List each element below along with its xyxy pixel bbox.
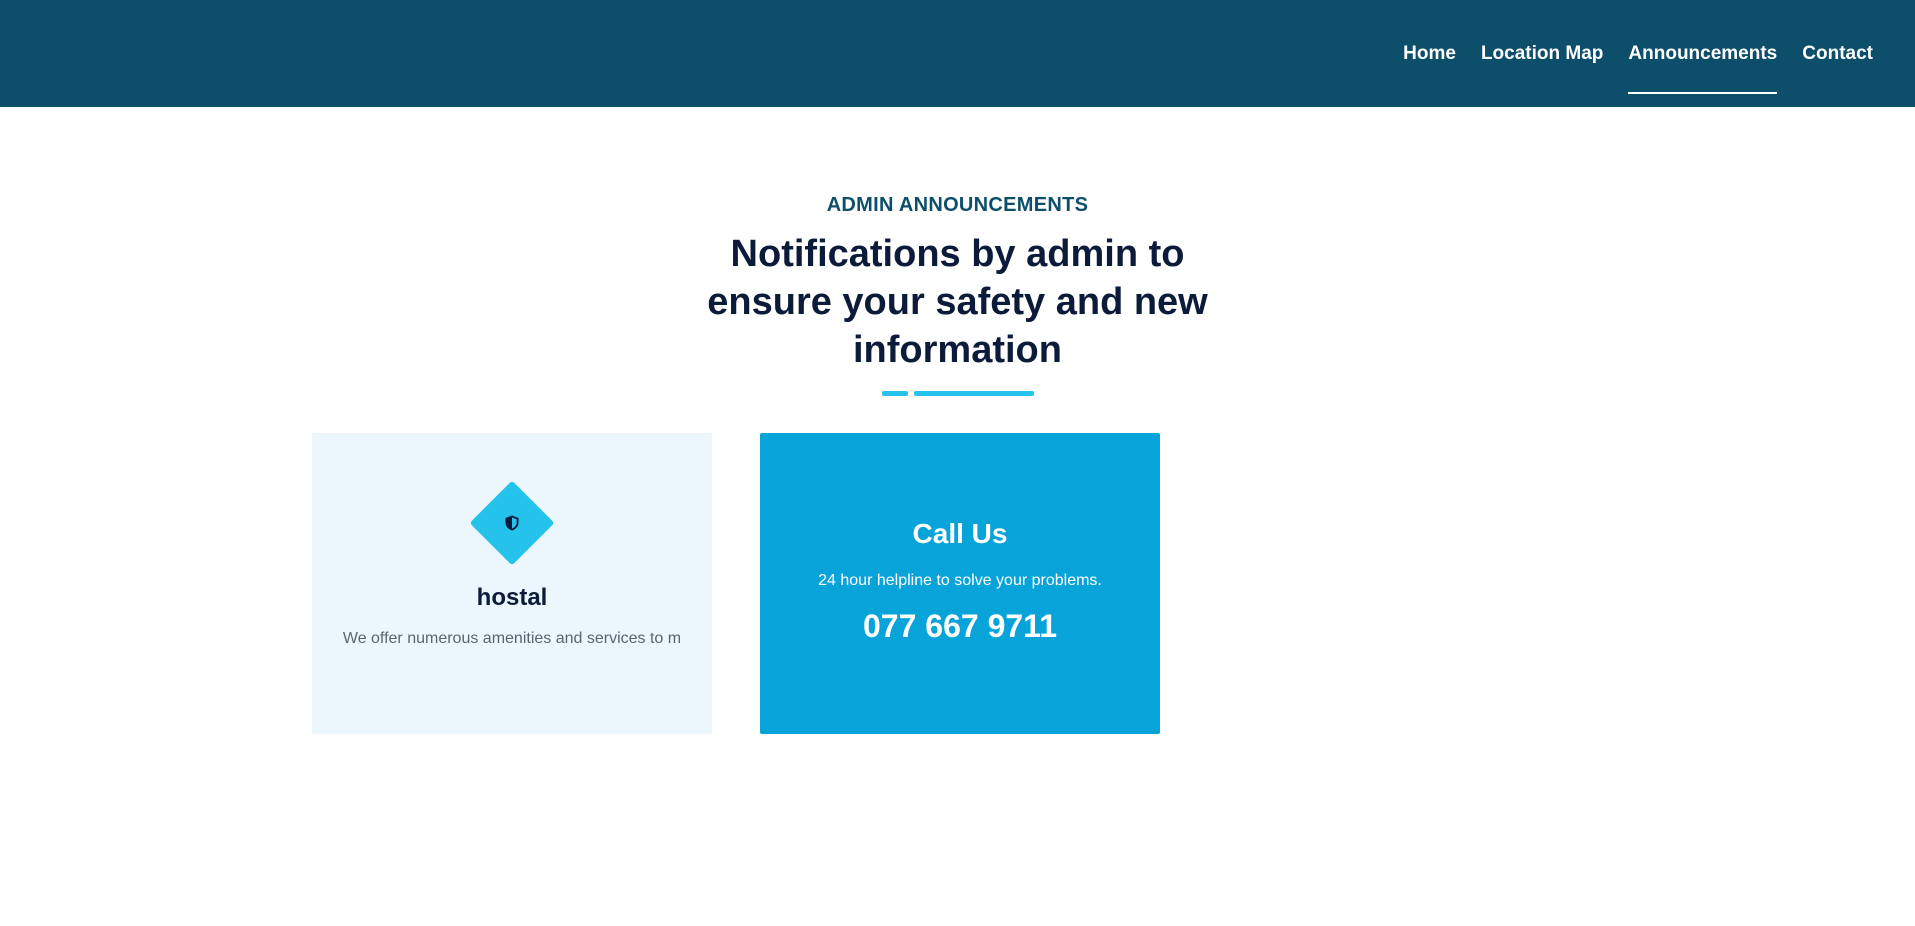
title-underline-decoration <box>881 391 1034 396</box>
nav-link-location-map[interactable]: Location Map <box>1481 44 1603 63</box>
main-nav: Home Location Map Announcements Contact <box>1403 0 1873 107</box>
underline-long-bar <box>913 391 1034 396</box>
shield-icon <box>503 514 521 532</box>
call-us-title: Call Us <box>912 518 1008 549</box>
underline-short-bar <box>881 391 908 396</box>
hostal-card-title: hostal <box>476 584 548 611</box>
nav-link-announcements[interactable]: Announcements <box>1628 44 1777 94</box>
top-navbar: Home Location Map Announcements Contact <box>0 0 1915 107</box>
section-subtitle: ADMIN ANNOUNCEMENTS <box>826 194 1089 216</box>
announcements-header: ADMIN ANNOUNCEMENTS Notifications by adm… <box>0 190 1915 396</box>
nav-link-contact[interactable]: Contact <box>1802 44 1873 63</box>
section-title: Notifications by admin to ensure your sa… <box>707 233 1208 371</box>
helpline-phone-number[interactable]: 077 667 9711 <box>760 606 1160 646</box>
nav-link-home[interactable]: Home <box>1403 44 1456 63</box>
hostal-card-text: We offer numerous amenities and services… <box>342 630 682 647</box>
call-us-card: Call Us 24 hour helpline to solve your p… <box>760 433 1160 734</box>
hostal-announcement-card[interactable]: hostal We offer numerous amenities and s… <box>312 433 712 734</box>
helpline-text: 24 hour helpline to solve your problems. <box>818 572 1102 589</box>
